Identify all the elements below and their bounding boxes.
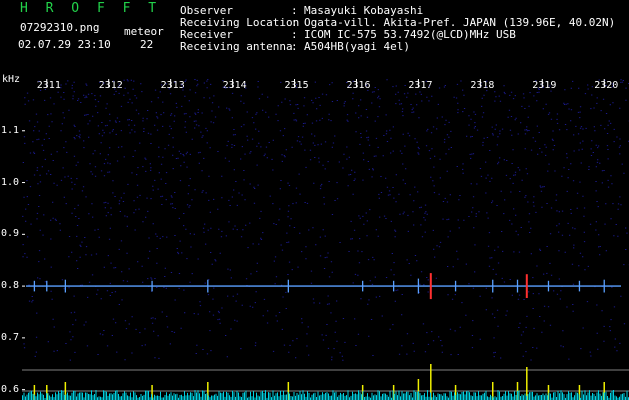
spectrogram (22, 79, 629, 400)
y-tick-label: 0.6 (1, 383, 20, 395)
y-tick-label: 0.8 (1, 280, 20, 292)
y-tick-label: 1.0 (1, 176, 20, 188)
y-tick-label: 0.7 (1, 331, 20, 343)
info-colon: : (291, 40, 298, 53)
info-value: A504HB(yagi 4el) (304, 40, 410, 53)
app-brand: H R O F F T (20, 1, 162, 16)
meteor-count: 22 (140, 38, 154, 51)
noise-field (22, 79, 629, 361)
image-filename: 07292310.png (20, 21, 100, 34)
y-tick-label: 0.9 (1, 228, 20, 240)
spectrogram-svg (22, 79, 629, 400)
y-tick-label: 1.1 (1, 124, 20, 136)
y-axis-unit: kHz (2, 74, 21, 85)
info-key: Receiving antenna (180, 40, 293, 53)
meteor-label: meteor (124, 25, 164, 38)
spectrum-trace (22, 390, 629, 400)
timestamp: 02.07.29 23:10 (18, 38, 111, 51)
